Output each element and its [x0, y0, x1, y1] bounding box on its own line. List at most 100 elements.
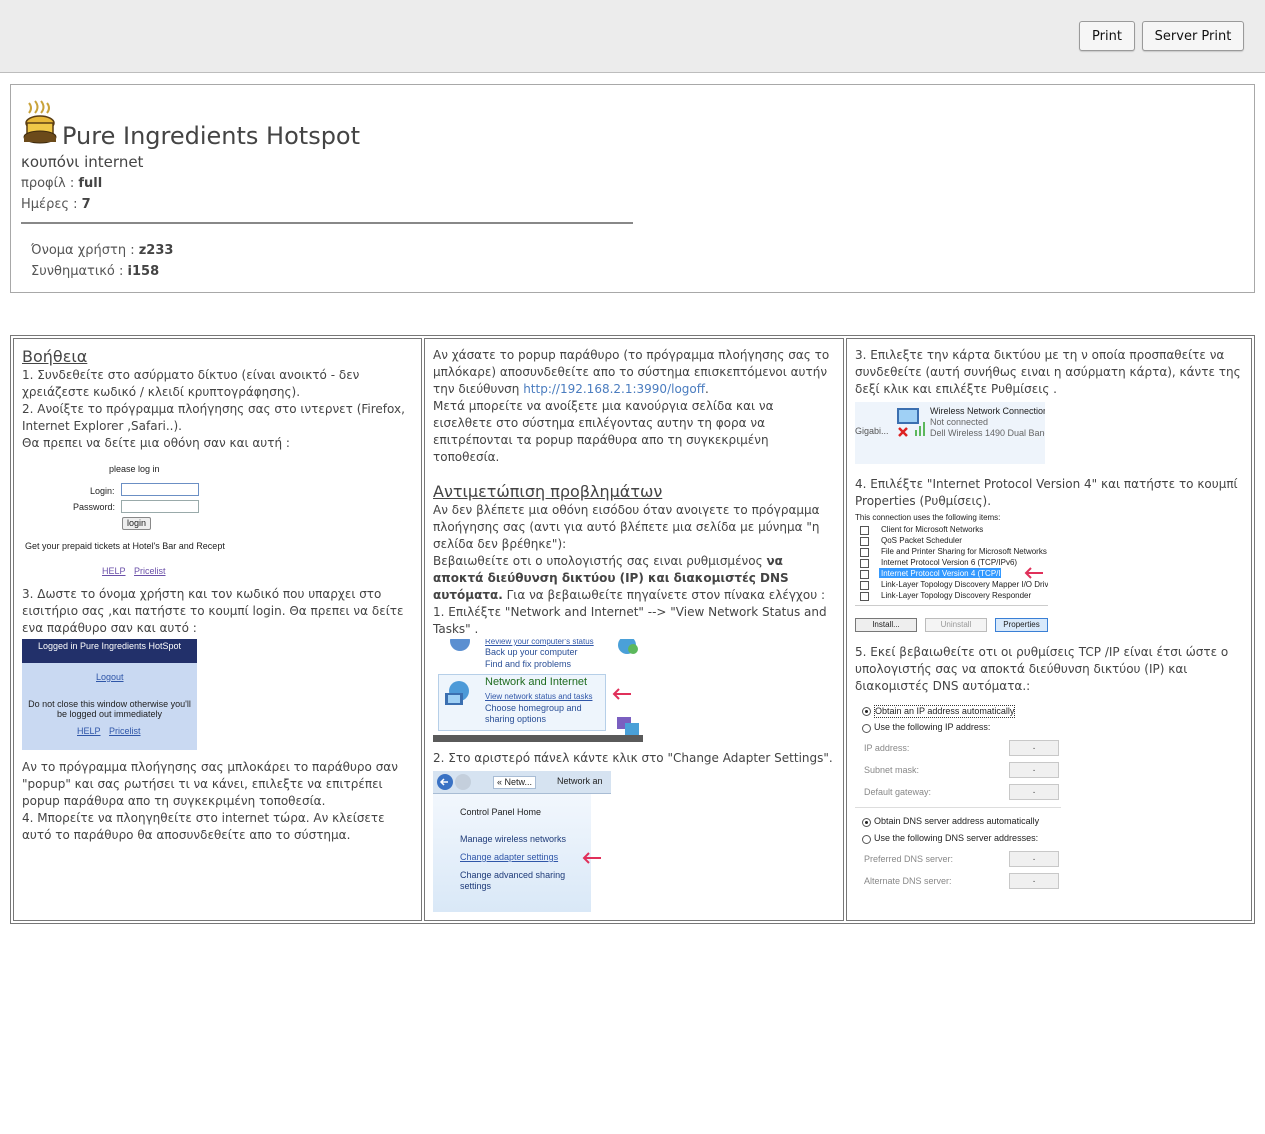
logged-shot-title: Logged in Pure Ingredients HotSpot — [37, 641, 182, 651]
cp-shot-backup: Back up your computer — [485, 647, 578, 657]
props-item-5: Internet Protocol Version 4 (TCP/IPv4) — [881, 569, 1018, 578]
props-check-3 — [860, 548, 869, 557]
preferred-dns-box: . — [1009, 851, 1059, 867]
troubleshoot-step-5: 5. Εκεί βεβαιωθείτε οτι οι ρυθμίσεις TCP… — [855, 645, 1229, 693]
props-red-arrow-icon — [1024, 567, 1043, 579]
login-shot-button: login — [122, 517, 152, 530]
print-button[interactable]: Print — [1079, 21, 1135, 51]
subnet-label: Subnet mask: — [864, 765, 920, 775]
props-item-2: QoS Packet Scheduler — [881, 536, 962, 545]
adapter-shot-crumb2: Network an — [557, 776, 603, 786]
logged-shot-help: HELP — [77, 726, 101, 736]
ip-divider — [855, 807, 1061, 808]
troubleshooting-heading: Αντιμετώπιση προβλημάτων — [433, 482, 663, 501]
reopen-note: Μετά μπορείτε να ανοίξετε μια κανούργια … — [433, 399, 774, 464]
help-step-2-note: Θα πρεπει να δείτε μια οθόνη σαν και αυτ… — [22, 436, 290, 450]
hotspot-logo-icon — [23, 100, 57, 144]
props-check-7 — [860, 592, 869, 601]
props-check-5 — [860, 570, 869, 579]
properties-screenshot: This connection uses the following items… — [855, 512, 1048, 632]
profile-value: full — [78, 176, 103, 191]
cp-shot-view-link: View network status and tasks — [485, 692, 593, 701]
cp-red-arrow-icon — [612, 688, 631, 700]
login-shot-please: please log in — [109, 464, 160, 474]
cp-globe-icon — [618, 639, 638, 654]
top-toolbar: Print Server Print — [0, 0, 1265, 73]
dns-manual-radio — [862, 835, 871, 844]
props-item-6: Link-Layer Topology Discovery Mapper I/O… — [881, 580, 1048, 589]
password-row: Συνθηματικό : i158 — [31, 264, 159, 279]
props-check-6 — [860, 581, 869, 590]
login-shot-password-label: Password: — [73, 502, 116, 512]
props-properties-button: Properties — [995, 618, 1048, 632]
username-value: z233 — [138, 243, 174, 258]
subnet-box: . — [1009, 762, 1059, 778]
props-uninstall-button: Uninstall — [925, 618, 987, 632]
login-shot-login-label: Login: — [90, 486, 115, 496]
login-shot-tickets: Get your prepaid tickets at Hotel's Bar … — [25, 541, 225, 551]
troubleshoot-step-4: 4. Επιλέξτε "Internet Protocol Version 4… — [855, 477, 1238, 508]
props-item-3: File and Printer Sharing for Microsoft N… — [881, 547, 1047, 556]
adapter-shot-settings: settings — [460, 881, 492, 891]
cp-network-icon — [445, 681, 469, 705]
ip-manual-label: Use the following IP address: — [874, 722, 991, 732]
help-column-3: 3. Επιλεξτε την κάρτα δικτύου με τη ν οπ… — [846, 338, 1252, 921]
adapter-shot-home: Control Panel Home — [460, 807, 542, 817]
ip-address-label: IP address: — [864, 743, 910, 753]
username-label: Όνομα χρήστη : — [31, 243, 135, 258]
preferred-dns-label: Preferred DNS server: — [864, 854, 954, 864]
adapter-shot-change-adapter: Change adapter settings — [460, 852, 559, 862]
props-item-7: Link-Layer Topology Discovery Responder — [881, 591, 1032, 600]
adapter-shot-crumb1: « Netw... — [493, 776, 537, 789]
login-shot-pricelist: Pricelist — [134, 566, 166, 576]
troubleshoot-step-2: 2. Στο αριστερό πάνελ κάντε κλικ στο "Ch… — [433, 751, 833, 765]
logged-shot-warning: Do not close this window otherwise you'l… — [28, 699, 191, 719]
troubleshoot-check: Βεβαιωθείτε οτι ο υπολογιστής σας ειναι … — [433, 553, 835, 604]
login-shot-login-field — [121, 483, 199, 496]
password-label: Συνθηματικό : — [31, 264, 124, 279]
troubleshoot-step-1: 1. Επιλέξτε "Network and Internet" --> "… — [433, 605, 827, 636]
days-value: 7 — [81, 197, 91, 212]
help-step-2: 2. Ανοίξτε το πρόγραμμα πλοήγησης σας στ… — [22, 402, 405, 433]
wifi-shot-left: Gigabi... — [855, 426, 889, 436]
cp-programs-icon — [617, 717, 639, 735]
ip-manual-radio — [862, 724, 871, 733]
tcpip-screenshot: Obtain an IP address automatically Use t… — [855, 703, 1061, 899]
help-popup-note: Αν το πρόγραμμα πλοήγησης σας μπλοκάρει … — [22, 760, 398, 808]
troubleshoot-intro: Αν δεν βλέπετε μια οθόνη εισόδου όταν αν… — [433, 503, 820, 551]
profile-row: προφίλ : full — [21, 176, 102, 191]
logged-shot-logout: Logout — [96, 672, 124, 682]
cp-shot-review: Review your computer's status — [485, 639, 594, 646]
help-table: Βοήθεια 1. Συνδεθείτε στο ασύρματο δίκτυ… — [10, 335, 1255, 924]
help-heading: Βοήθεια — [22, 347, 88, 366]
troubleshoot-step-3: 3. Επιλεξτε την κάρτα δικτύου με τη ν οπ… — [855, 348, 1241, 396]
alternate-dns-label: Alternate DNS server: — [864, 876, 952, 886]
wifi-adapter-screenshot: Gigabi... Wireless Network Connection No… — [855, 402, 1045, 464]
username-row: Όνομα χρήστη : z233 — [31, 243, 173, 258]
wifi-adapter-icon — [897, 408, 925, 437]
help-step-4: 4. Μπορείτε να πλοηγηθείτε στο internet … — [22, 811, 385, 842]
wifi-shot-device: Dell Wireless 1490 Dual Band WLA... — [930, 428, 1045, 438]
control-panel-screenshot: Review your computer's status Back up yo… — [433, 639, 643, 742]
adapter-shot-advanced: Change advanced sharing — [460, 870, 566, 880]
props-item-1: Client for Microsoft Networks — [881, 525, 984, 534]
voucher-subtitle: κουπόνι internet — [21, 153, 144, 171]
cp-shield-icon — [450, 639, 470, 651]
ip-auto-label: Obtain an IP address automatically — [874, 705, 1016, 718]
cp-shot-sharing: sharing options — [485, 714, 547, 724]
alternate-dns-box: . — [1009, 873, 1059, 889]
props-shot-header: This connection uses the following items… — [855, 513, 1001, 522]
adapter-shot-wireless: Manage wireless networks — [460, 834, 567, 844]
login-shot-help: HELP — [102, 566, 126, 576]
help-column-2: Αν χάσατε το popup παράθυρο (το πρόγραμμ… — [424, 338, 844, 921]
cp-shot-bottom-bar — [433, 735, 643, 742]
gateway-box: . — [1009, 784, 1059, 800]
popup-lost-end: . — [705, 382, 709, 396]
login-shot-password-field — [121, 500, 199, 513]
server-print-button[interactable]: Server Print — [1142, 21, 1244, 51]
cp-shot-title: Network and Internet — [485, 676, 588, 688]
wifi-shot-name: Wireless Network Connection — [930, 406, 1045, 416]
days-label: Ημέρες : — [21, 197, 78, 212]
cp-shot-fix: Find and fix problems — [485, 659, 572, 669]
logoff-link[interactable]: http://192.168.2.1:3990/logoff — [523, 382, 705, 396]
